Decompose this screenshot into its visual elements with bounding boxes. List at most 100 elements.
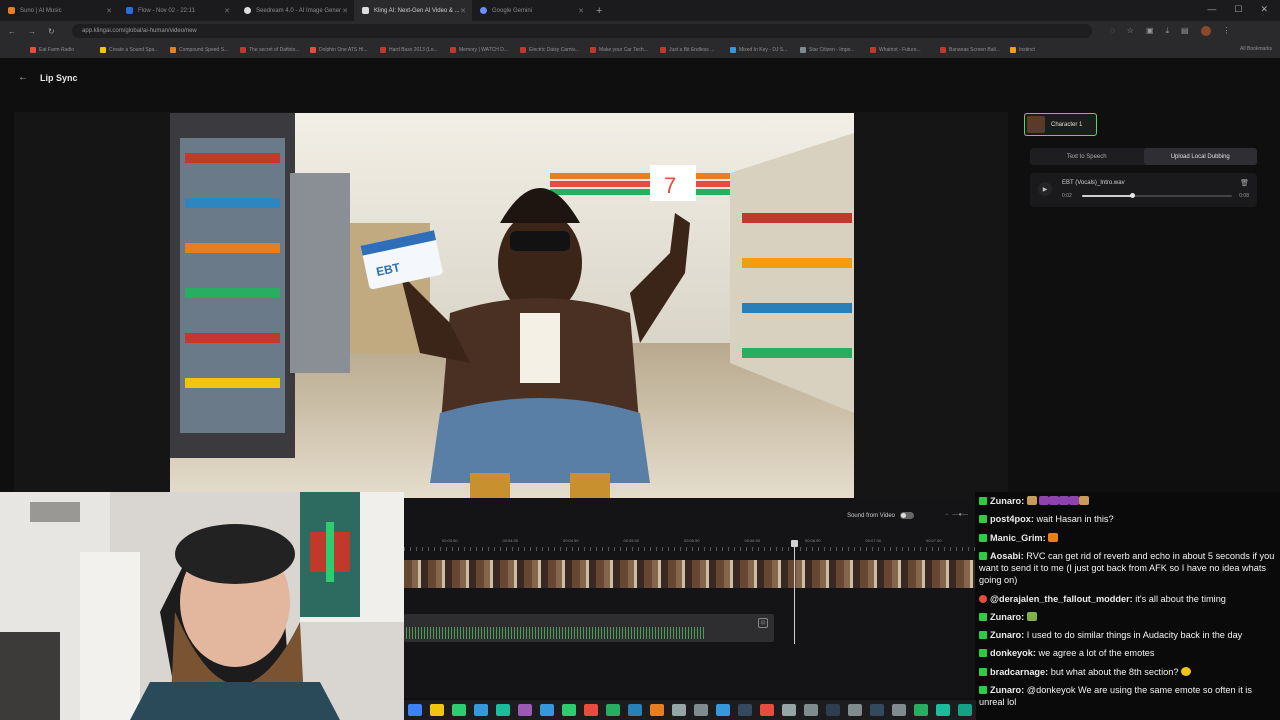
taskbar-app-icon[interactable]: [892, 704, 906, 716]
tab-upload-local-dubbing[interactable]: Upload Local Dubbing: [1143, 148, 1257, 165]
sound-from-video-toggle[interactable]: [900, 512, 914, 519]
taskbar-app-icon[interactable]: [650, 704, 664, 716]
taskbar-app-icon[interactable]: [540, 704, 554, 716]
playhead[interactable]: [791, 540, 798, 644]
close-icon[interactable]: ✕: [342, 7, 348, 15]
bookmark-item[interactable]: Memory | WATCH D...: [450, 46, 520, 53]
url-field[interactable]: app.klingai.com/global/ai-human/video/ne…: [72, 24, 1092, 38]
video-preview[interactable]: 7 EBT: [170, 113, 854, 498]
bookmark-item[interactable]: Mixed In Key - DJ S...: [730, 46, 800, 53]
browser-tab-active[interactable]: Kling AI: Next-Gen AI Video & ... ✕: [354, 0, 472, 21]
bookmark-label: Just a Bit Endless ...: [669, 46, 715, 53]
taskbar-app-icon[interactable]: [826, 704, 840, 716]
taskbar-app-icon[interactable]: [496, 704, 510, 716]
taskbar-app-icon[interactable]: [452, 704, 466, 716]
close-icon[interactable]: ✕: [106, 7, 112, 15]
bookmark-item[interactable]: Star Citizen - Impo...: [800, 46, 870, 53]
forward-nav-icon[interactable]: →: [28, 27, 40, 36]
browser-tab[interactable]: Seedream 4.0 - AI Image Gener ✕: [236, 0, 354, 21]
taskbar-app-icon[interactable]: [738, 704, 752, 716]
play-icon[interactable]: ▶: [1038, 182, 1052, 196]
bookmark-item[interactable]: Electric Daisy Carniv...: [520, 46, 590, 53]
bookmark-item[interactable]: Dolphin One ATS Hi...: [310, 46, 380, 53]
download-icon[interactable]: ⤓: [1166, 26, 1170, 36]
bookmark-item[interactable]: Just a Bit Endless ...: [660, 46, 730, 53]
browser-tab[interactable]: Flow - Nov 02 - 22:11 ✕: [118, 0, 236, 21]
chat-username: Manic_Grim:: [990, 532, 1046, 543]
bookmark-favicon-icon: [380, 46, 386, 53]
star-icon[interactable]: ☆: [1127, 26, 1134, 36]
zoom-out-icon[interactable]: −: [945, 512, 949, 518]
taskbar-app-icon[interactable]: [584, 704, 598, 716]
close-icon[interactable]: ✕: [224, 7, 230, 15]
chat-message: Aosabi: RVC can get rid of reverb and ec…: [979, 550, 1276, 587]
trash-icon[interactable]: 🗑: [1240, 179, 1249, 187]
bookmark-item[interactable]: Instinct: [1010, 46, 1080, 53]
close-icon[interactable]: ✕: [460, 7, 466, 15]
taskbar-app-icon[interactable]: [804, 704, 818, 716]
sidebar-icon[interactable]: ▤: [1181, 26, 1189, 36]
taskbar-app-icon[interactable]: [760, 704, 774, 716]
close-window-icon[interactable]: ✕: [1260, 4, 1268, 15]
bookmark-item[interactable]: Hard Bass 2013 (Lo...: [380, 46, 450, 53]
tab-label: Suno | AI Music: [20, 7, 62, 14]
extensions-icon[interactable]: ▣: [1146, 26, 1154, 36]
bookmark-item[interactable]: Compound Speed S...: [170, 46, 240, 53]
new-tab-button[interactable]: +: [596, 5, 602, 17]
back-arrow-icon[interactable]: ←: [18, 72, 28, 83]
bookmark-label: Mixed In Key - DJ S...: [739, 46, 788, 53]
close-icon[interactable]: ✕: [578, 7, 584, 15]
browser-tab[interactable]: Suno | AI Music ✕: [0, 0, 118, 21]
profile-avatar[interactable]: [1200, 26, 1211, 36]
badge-icon: [979, 631, 987, 640]
ruler-tick-label: 00:06.00: [744, 538, 761, 543]
audio-seek-knob[interactable]: [1129, 193, 1135, 198]
webcam-overlay: [0, 492, 404, 720]
bookmark-item[interactable]: Whatnot - Future...: [870, 46, 940, 53]
taskbar-app-icon[interactable]: [606, 704, 620, 716]
taskbar-app-icon[interactable]: [408, 704, 422, 716]
reload-icon[interactable]: ↻: [48, 27, 60, 36]
bookmark-favicon-icon: [520, 46, 526, 53]
bookmark-favicon-icon: [100, 46, 106, 53]
taskbar-app-icon[interactable]: [518, 704, 532, 716]
bookmark-item[interactable]: The secret of Daftsto...: [240, 46, 310, 53]
taskbar-app-icon[interactable]: [562, 704, 576, 716]
taskbar-app-icon[interactable]: [628, 704, 642, 716]
zoom-slider[interactable]: —●—: [952, 512, 968, 518]
taskbar-app-icon[interactable]: [848, 704, 862, 716]
taskbar-app-icon[interactable]: [958, 704, 972, 716]
sound-from-video-label: Sound from Video: [847, 512, 895, 519]
clip-handle-icon[interactable]: ⊡: [758, 618, 768, 628]
sound-from-video-control: Sound from Video: [847, 512, 914, 519]
audio-track-clip[interactable]: ⊡: [404, 614, 774, 642]
taskbar-app-icon[interactable]: [870, 704, 884, 716]
taskbar-app-icon[interactable]: [694, 704, 708, 716]
chat-username: Zunaro:: [990, 630, 1025, 641]
all-bookmarks-button[interactable]: All Bookmarks: [1240, 46, 1272, 52]
maximize-icon[interactable]: ☐: [1234, 4, 1242, 15]
taskbar-app-icon[interactable]: [474, 704, 488, 716]
taskbar-app-icon[interactable]: [430, 704, 444, 716]
bookmark-item[interactable]: Make your Car Tech...: [590, 46, 660, 53]
bookmark-label: Bananas Screen Bali...: [949, 46, 1000, 53]
bookmark-item[interactable]: Bananas Screen Bali...: [940, 46, 1010, 53]
taskbar-app-icon[interactable]: [914, 704, 928, 716]
bookmark-item[interactable]: Create a Sound Spa...: [100, 46, 170, 53]
audio-seek-bar[interactable]: [1082, 193, 1232, 198]
bookmark-item[interactable]: Eat Farm Radio: [30, 46, 100, 53]
back-nav-icon[interactable]: ←: [8, 27, 20, 36]
eye-off-icon[interactable]: ◌: [1110, 26, 1115, 36]
bookmark-favicon-icon: [310, 46, 316, 53]
taskbar-app-icon[interactable]: [936, 704, 950, 716]
menu-icon[interactable]: ⋮: [1223, 26, 1231, 36]
character-selector[interactable]: Character 1: [1024, 113, 1097, 136]
browser-tab[interactable]: Google Gemini ✕: [472, 0, 590, 21]
video-track-frames[interactable]: [404, 560, 976, 588]
tab-text-to-speech[interactable]: Text to Speech: [1030, 148, 1144, 165]
taskbar-app-icon[interactable]: [782, 704, 796, 716]
minimize-icon[interactable]: —: [1207, 4, 1216, 15]
emote-icon: [1048, 532, 1059, 542]
taskbar-app-icon[interactable]: [716, 704, 730, 716]
taskbar-app-icon[interactable]: [672, 704, 686, 716]
